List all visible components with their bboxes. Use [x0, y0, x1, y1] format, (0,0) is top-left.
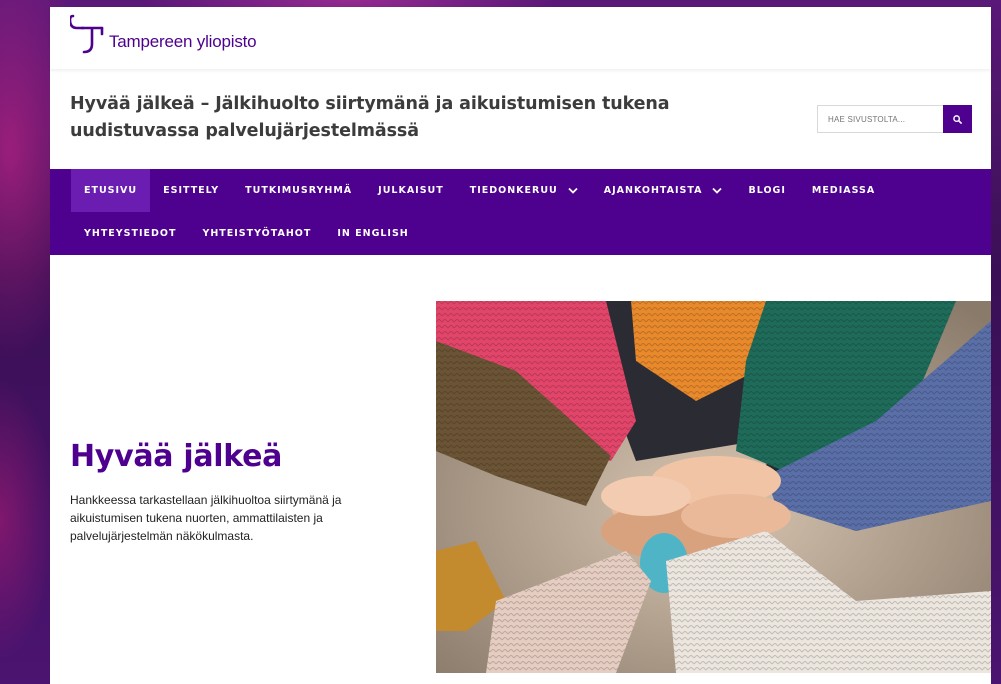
university-logo-icon [70, 14, 104, 54]
nav-item-esittely[interactable]: ESITTELY [150, 169, 232, 212]
nav-item-julkaisut[interactable]: JULKAISUT [365, 169, 457, 212]
page-container: Tampereen yliopisto Hyvää jälkeä – Jälki… [50, 7, 991, 684]
main-navigation: ETUSIVU ESITTELY TUTKIMUSRYHMÄ JULKAISUT… [50, 169, 991, 255]
nav-item-ajankohtaista-label: AJANKOHTAISTA [603, 185, 703, 196]
logo-bar: Tampereen yliopisto [50, 7, 991, 69]
hands-together-illustration [436, 301, 991, 673]
search-icon [953, 114, 962, 124]
nav-row-2: YHTEYSTIEDOT YHTEISTYÖTAHOT IN ENGLISH [71, 212, 422, 255]
chevron-down-icon[interactable] [568, 187, 578, 194]
search-button[interactable] [943, 105, 972, 133]
nav-item-in-english[interactable]: IN ENGLISH [324, 212, 421, 255]
nav-item-blogi[interactable]: BLOGI [735, 169, 798, 212]
nav-item-etusivu[interactable]: ETUSIVU [71, 169, 151, 212]
nav-item-tiedonkeruu-label: TIEDONKERUU [469, 185, 558, 196]
site-title[interactable]: Hyvää jälkeä – Jälkihuolto siirtymänä ja… [70, 91, 790, 145]
nav-item-yhteystiedot[interactable]: YHTEYSTIEDOT [71, 212, 189, 255]
nav-item-yhteistyotahot[interactable]: YHTEISTYÖTAHOT [189, 212, 324, 255]
nav-item-tiedonkeruu[interactable]: TIEDONKERUU [457, 169, 591, 212]
nav-item-ajankohtaista[interactable]: AJANKOHTAISTA [591, 169, 736, 212]
nav-item-mediassa[interactable]: MEDIASSA [799, 169, 888, 212]
university-name: Tampereen yliopisto [109, 32, 257, 51]
search-input[interactable] [817, 105, 943, 133]
nav-row-1: ETUSIVU ESITTELY TUTKIMUSRYHMÄ JULKAISUT… [71, 169, 888, 212]
nav-item-tutkimusryhma[interactable]: TUTKIMUSRYHMÄ [232, 169, 365, 212]
hero-description: Hankkeessa tarkastellaan jälkihuoltoa si… [70, 493, 342, 543]
hero-image [436, 301, 991, 673]
chevron-down-icon[interactable] [712, 187, 723, 194]
search-form [817, 105, 972, 133]
hero-title: Hyvää jälkeä [70, 439, 283, 474]
